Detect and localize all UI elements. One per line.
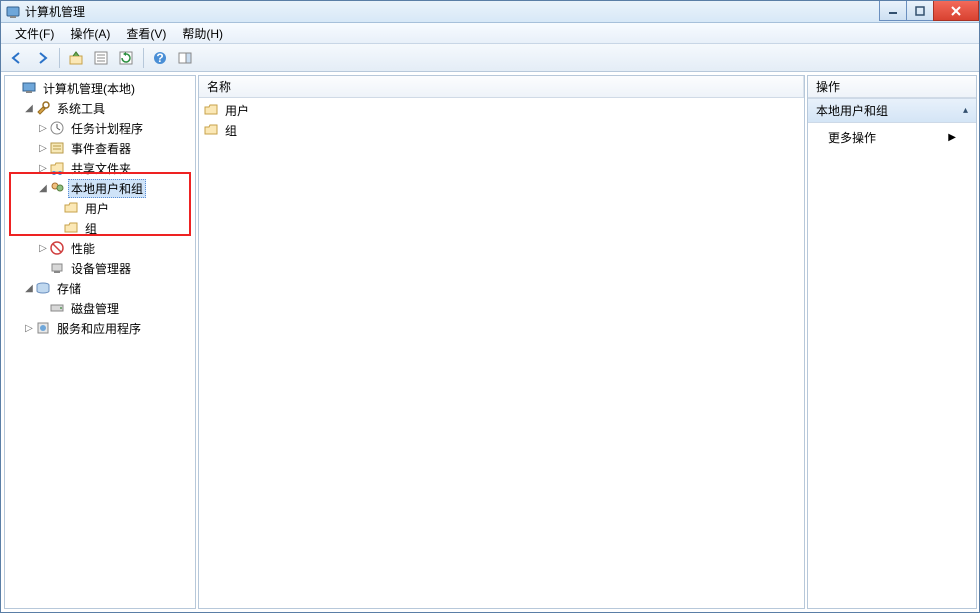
close-button[interactable] bbox=[933, 1, 979, 21]
tree-event-viewer[interactable]: ▷ 事件查看器 bbox=[7, 138, 193, 158]
tree-system-tools[interactable]: ◢ 系统工具 bbox=[7, 98, 193, 118]
titlebar: 计算机管理 bbox=[1, 1, 979, 23]
list-item-label: 组 bbox=[225, 122, 237, 139]
toolbar-separator bbox=[59, 48, 60, 68]
nav-forward-button[interactable] bbox=[30, 46, 54, 70]
performance-icon bbox=[49, 240, 65, 256]
arrow-right-icon: ▶ bbox=[948, 132, 956, 143]
actions-section[interactable]: 本地用户和组 ▴ bbox=[808, 98, 976, 123]
actions-more[interactable]: 更多操作 ▶ bbox=[808, 123, 976, 152]
nav-back-button[interactable] bbox=[5, 46, 29, 70]
up-button[interactable] bbox=[64, 46, 88, 70]
tree-services-apps[interactable]: ▷ 服务和应用程序 bbox=[7, 318, 193, 338]
tree-storage[interactable]: ◢ 存储 bbox=[7, 278, 193, 298]
actions-header: 操作 bbox=[808, 76, 976, 98]
tree-performance[interactable]: ▷ 性能 bbox=[7, 238, 193, 258]
tree-groups[interactable]: 组 bbox=[7, 218, 193, 238]
collapse-icon[interactable]: ◢ bbox=[23, 283, 35, 294]
tree-task-scheduler[interactable]: ▷ 任务计划程序 bbox=[7, 118, 193, 138]
actions-more-label: 更多操作 bbox=[828, 129, 876, 146]
folder-icon bbox=[63, 220, 79, 236]
svg-text:?: ? bbox=[156, 51, 163, 65]
folder-icon bbox=[203, 102, 219, 118]
list-body: 用户 组 bbox=[199, 98, 804, 608]
toolbar-separator bbox=[143, 48, 144, 68]
app-icon bbox=[5, 4, 21, 20]
services-icon bbox=[35, 320, 51, 336]
tree-device-manager[interactable]: 设备管理器 bbox=[7, 258, 193, 278]
maximize-button[interactable] bbox=[906, 1, 934, 21]
expand-icon[interactable]: ▷ bbox=[37, 243, 49, 254]
storage-icon bbox=[35, 280, 51, 296]
menu-file[interactable]: 文件(F) bbox=[7, 23, 62, 44]
list-pane: 名称 用户 组 bbox=[198, 75, 805, 609]
actions-section-title: 本地用户和组 bbox=[816, 102, 888, 119]
shared-folder-icon bbox=[49, 160, 65, 176]
window-title: 计算机管理 bbox=[25, 3, 880, 20]
expand-icon[interactable]: ▷ bbox=[37, 163, 49, 174]
expand-icon[interactable]: ▷ bbox=[23, 323, 35, 334]
tree-pane: 计算机管理(本地) ◢ 系统工具 ▷ 任务计划程序 ▷ bbox=[4, 75, 196, 609]
help-button[interactable]: ? bbox=[148, 46, 172, 70]
main-area: 计算机管理(本地) ◢ 系统工具 ▷ 任务计划程序 ▷ bbox=[1, 72, 979, 612]
menubar: 文件(F) 操作(A) 查看(V) 帮助(H) bbox=[1, 23, 979, 44]
chevron-up-icon: ▴ bbox=[963, 105, 968, 116]
tree-shared-folders[interactable]: ▷ 共享文件夹 bbox=[7, 158, 193, 178]
expand-icon[interactable]: ▷ bbox=[37, 123, 49, 134]
show-hide-pane-button[interactable] bbox=[173, 46, 197, 70]
tree-root[interactable]: 计算机管理(本地) bbox=[7, 78, 193, 98]
app-window: 计算机管理 文件(F) 操作(A) 查看(V) 帮助(H) ? bbox=[0, 0, 980, 613]
menu-view[interactable]: 查看(V) bbox=[118, 23, 174, 44]
properties-button[interactable] bbox=[89, 46, 113, 70]
device-icon bbox=[49, 260, 65, 276]
event-icon bbox=[49, 140, 65, 156]
menu-action[interactable]: 操作(A) bbox=[62, 23, 118, 44]
actions-body: 本地用户和组 ▴ 更多操作 ▶ bbox=[808, 98, 976, 608]
window-controls bbox=[880, 1, 979, 21]
tools-icon bbox=[35, 100, 51, 116]
tree-users[interactable]: 用户 bbox=[7, 198, 193, 218]
toolbar: ? bbox=[1, 44, 979, 72]
actions-pane: 操作 本地用户和组 ▴ 更多操作 ▶ bbox=[807, 75, 977, 609]
folder-icon bbox=[63, 200, 79, 216]
minimize-button[interactable] bbox=[879, 1, 907, 21]
menu-help[interactable]: 帮助(H) bbox=[174, 23, 231, 44]
collapse-icon[interactable]: ◢ bbox=[23, 103, 35, 114]
list-header: 名称 bbox=[199, 76, 804, 98]
column-name[interactable]: 名称 bbox=[199, 76, 804, 97]
computer-icon bbox=[21, 80, 37, 96]
list-item-label: 用户 bbox=[225, 102, 249, 119]
list-item-users[interactable]: 用户 bbox=[203, 100, 800, 120]
list-item-groups[interactable]: 组 bbox=[203, 120, 800, 140]
refresh-button[interactable] bbox=[114, 46, 138, 70]
tree-disk-management[interactable]: 磁盘管理 bbox=[7, 298, 193, 318]
collapse-icon[interactable]: ◢ bbox=[37, 183, 49, 194]
clock-icon bbox=[49, 120, 65, 136]
console-tree: 计算机管理(本地) ◢ 系统工具 ▷ 任务计划程序 ▷ bbox=[5, 76, 195, 608]
tree-local-users-groups[interactable]: ◢ 本地用户和组 bbox=[7, 178, 193, 198]
folder-icon bbox=[203, 122, 219, 138]
expand-icon[interactable]: ▷ bbox=[37, 143, 49, 154]
users-groups-icon bbox=[49, 180, 65, 196]
disk-icon bbox=[49, 300, 65, 316]
